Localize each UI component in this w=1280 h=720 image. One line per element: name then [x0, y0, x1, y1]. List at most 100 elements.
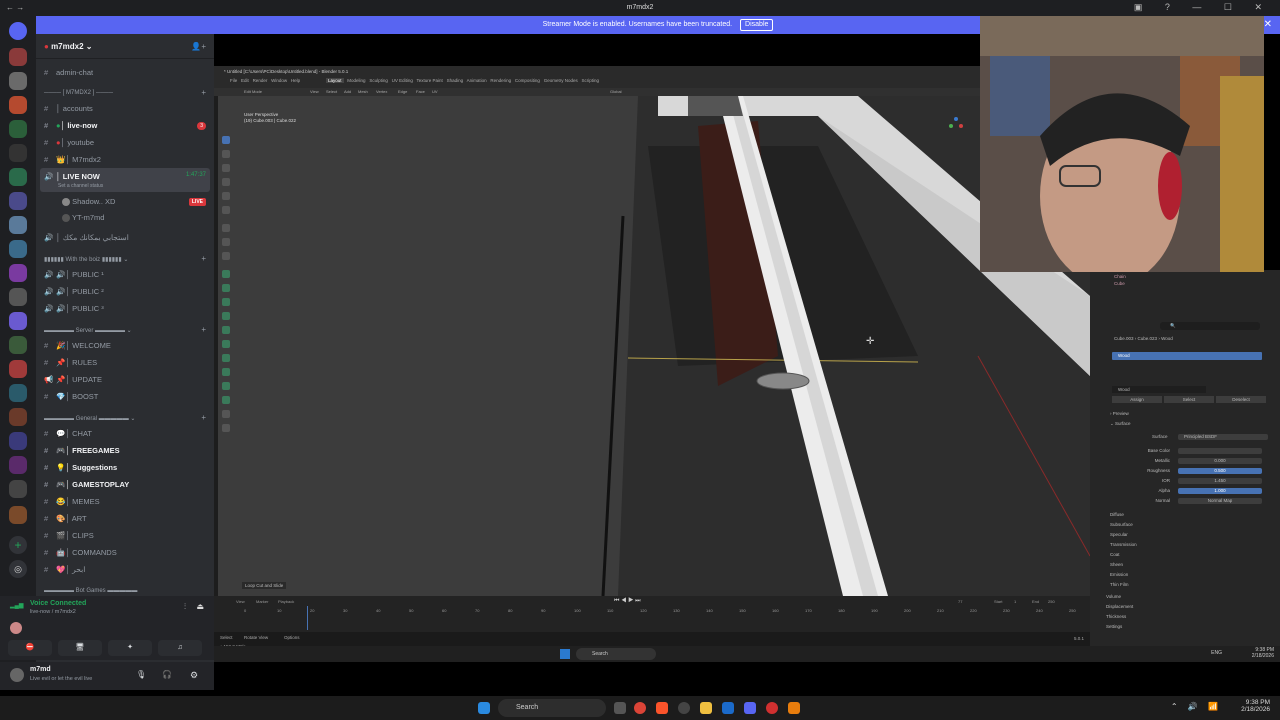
- voice-channel-public1[interactable]: 🔊 🔊│ PUBLIC ¹: [44, 270, 104, 279]
- server-icon[interactable]: [9, 216, 27, 234]
- shader-section[interactable]: Emission: [1110, 572, 1128, 577]
- voice-member[interactable]: YT-m7md: [62, 213, 104, 223]
- material-name-field[interactable]: Wood: [1112, 386, 1206, 393]
- server-icon[interactable]: [9, 456, 27, 474]
- timeline-playback-menu[interactable]: Playback: [278, 599, 294, 604]
- timeline[interactable]: View Marker Playback ⏮ ◀ ▶ ⏭ 77 Start 1 …: [214, 596, 1090, 632]
- tab-animation[interactable]: Animation: [467, 78, 487, 83]
- shader-section[interactable]: Subsurface: [1110, 522, 1133, 527]
- app-icon[interactable]: [678, 702, 690, 714]
- shrink-tool-icon[interactable]: [222, 396, 230, 404]
- server-icon[interactable]: [9, 288, 27, 306]
- current-frame[interactable]: 77: [958, 599, 962, 604]
- username[interactable]: m7md: [30, 666, 51, 673]
- tab-layout[interactable]: Layout: [326, 78, 344, 83]
- shader-input-value[interactable]: 0.500: [1178, 468, 1262, 474]
- server-icon[interactable]: [9, 240, 27, 258]
- voice-member[interactable]: Shadow.. XD: [62, 197, 115, 207]
- windows-start-icon[interactable]: [478, 702, 490, 714]
- channel-accounts[interactable]: # │ accounts: [44, 104, 93, 113]
- extrude-tool-icon[interactable]: [222, 270, 230, 278]
- channel-boost[interactable]: # 💎│ BOOST: [44, 392, 98, 401]
- poly-build-tool-icon[interactable]: [222, 340, 230, 348]
- tab-compositing[interactable]: Compositing: [515, 78, 540, 83]
- channel-commands[interactable]: # 🤖│ COMMANDS: [44, 548, 117, 557]
- tab-modeling[interactable]: Modeling: [347, 78, 365, 83]
- playhead[interactable]: [307, 606, 308, 630]
- invite-icon[interactable]: 👤+: [191, 42, 206, 51]
- file-explorer-icon[interactable]: [700, 702, 712, 714]
- signal-icon[interactable]: ▂▄▆: [10, 602, 23, 609]
- scale-tool-icon[interactable]: [222, 192, 230, 200]
- discord-home-icon[interactable]: [9, 22, 27, 40]
- annotate-tool-icon[interactable]: [222, 224, 230, 232]
- transform-orientation[interactable]: Global: [610, 89, 622, 94]
- server-icon[interactable]: [9, 72, 27, 90]
- select-tool-icon[interactable]: [222, 136, 230, 144]
- chrome-icon[interactable]: [634, 702, 646, 714]
- shader-section[interactable]: Specular: [1110, 532, 1128, 537]
- avatar[interactable]: [10, 668, 24, 682]
- server-icon[interactable]: [9, 384, 27, 402]
- move-tool-icon[interactable]: [222, 164, 230, 172]
- playback-controls[interactable]: ⏮ ◀ ▶ ⏭: [614, 598, 641, 605]
- channel-update[interactable]: 📢 📌│ UPDATE: [44, 375, 102, 384]
- voice-channel-public3[interactable]: 🔊 🔊│ PUBLIC ³: [44, 304, 104, 313]
- menu-window[interactable]: Window: [271, 78, 287, 83]
- server-icon[interactable]: [9, 336, 27, 354]
- server-icon[interactable]: [9, 48, 27, 66]
- add-channel-icon[interactable]: +: [201, 254, 206, 263]
- system-tray-icons[interactable]: ⌃ 🔊 📶: [1171, 702, 1222, 711]
- discord-icon[interactable]: [744, 702, 756, 714]
- channel-freegames[interactable]: # 🎮│ FREEGAMES: [44, 446, 120, 455]
- mesh-menu[interactable]: Mesh: [358, 89, 368, 94]
- channel-suggestions[interactable]: # 💡│ Suggestions: [44, 463, 117, 472]
- menu-help[interactable]: Help: [291, 78, 300, 83]
- shader-section[interactable]: Transmission: [1110, 542, 1137, 547]
- close-icon[interactable]: ✕: [1264, 16, 1272, 34]
- material-slot[interactable]: Wood: [1112, 352, 1262, 360]
- navigation-gizmo[interactable]: [948, 116, 964, 132]
- channel-gamestoplay[interactable]: # 🎮│ GAMESTOPLAY: [44, 480, 129, 489]
- spin-tool-icon[interactable]: [222, 354, 230, 362]
- shader-input-value[interactable]: 1.450: [1178, 478, 1262, 484]
- shader-input-value[interactable]: Normal Map: [1178, 498, 1262, 504]
- taskbar-clock[interactable]: 9:38 PM 2/18/2026: [1241, 699, 1270, 713]
- rip-tool-icon[interactable]: [222, 424, 230, 432]
- shader-section[interactable]: Thin Film: [1110, 582, 1129, 587]
- server-icon[interactable]: [9, 506, 27, 524]
- inset-tool-icon[interactable]: [222, 284, 230, 292]
- channel-status[interactable]: Set a channel status: [58, 183, 103, 189]
- screen-share-icon[interactable]: 🖥: [58, 640, 102, 656]
- voice-channel-public2[interactable]: 🔊 🔊│ PUBLIC ²: [44, 287, 104, 296]
- bevel-tool-icon[interactable]: [222, 298, 230, 306]
- language-indicator[interactable]: ENG: [1211, 650, 1222, 656]
- category-bot-games[interactable]: ▬▬▬▬▬ Bot Games ▬▬▬▬▬: [44, 588, 137, 594]
- shader-input-value[interactable]: 0.000: [1178, 458, 1262, 464]
- knife-tool-icon[interactable]: [222, 326, 230, 334]
- obs-icon[interactable]: [766, 702, 778, 714]
- voice-channel-live-now[interactable]: 🔊 │ LIVE NOW: [44, 172, 100, 181]
- shader-input-value[interactable]: 1.000: [1178, 488, 1262, 494]
- timeline-marker-menu[interactable]: Marker: [256, 599, 268, 604]
- server-icon[interactable]: [9, 168, 27, 186]
- surface-shader-field[interactable]: Principled BSDF: [1178, 434, 1268, 440]
- channel-admin-chat[interactable]: # admin-chat: [44, 68, 93, 77]
- category-server[interactable]: ▬▬▬▬▬ Server ▬▬▬▬▬ ⌄: [44, 327, 132, 334]
- section-preview[interactable]: › Preview: [1110, 411, 1129, 416]
- server-icon[interactable]: [9, 96, 27, 114]
- shader-section[interactable]: Coat: [1110, 552, 1120, 557]
- material-section[interactable]: Volume: [1106, 594, 1121, 599]
- view-menu[interactable]: View: [310, 89, 319, 94]
- channel-art[interactable]: # 🎨│ ART: [44, 514, 87, 523]
- server-icon[interactable]: [9, 120, 27, 138]
- blender-icon[interactable]: [788, 702, 800, 714]
- vertex-menu[interactable]: Vertex: [376, 89, 387, 94]
- uv-menu[interactable]: UV: [432, 89, 438, 94]
- material-section[interactable]: Thickness: [1106, 614, 1126, 619]
- channel-chat[interactable]: # 💬│ CHAT: [44, 429, 92, 438]
- server-icon[interactable]: [9, 312, 27, 330]
- task-view-icon[interactable]: [614, 702, 626, 714]
- edge-slide-tool-icon[interactable]: [222, 382, 230, 390]
- deselect-button[interactable]: Deselect: [1216, 396, 1266, 403]
